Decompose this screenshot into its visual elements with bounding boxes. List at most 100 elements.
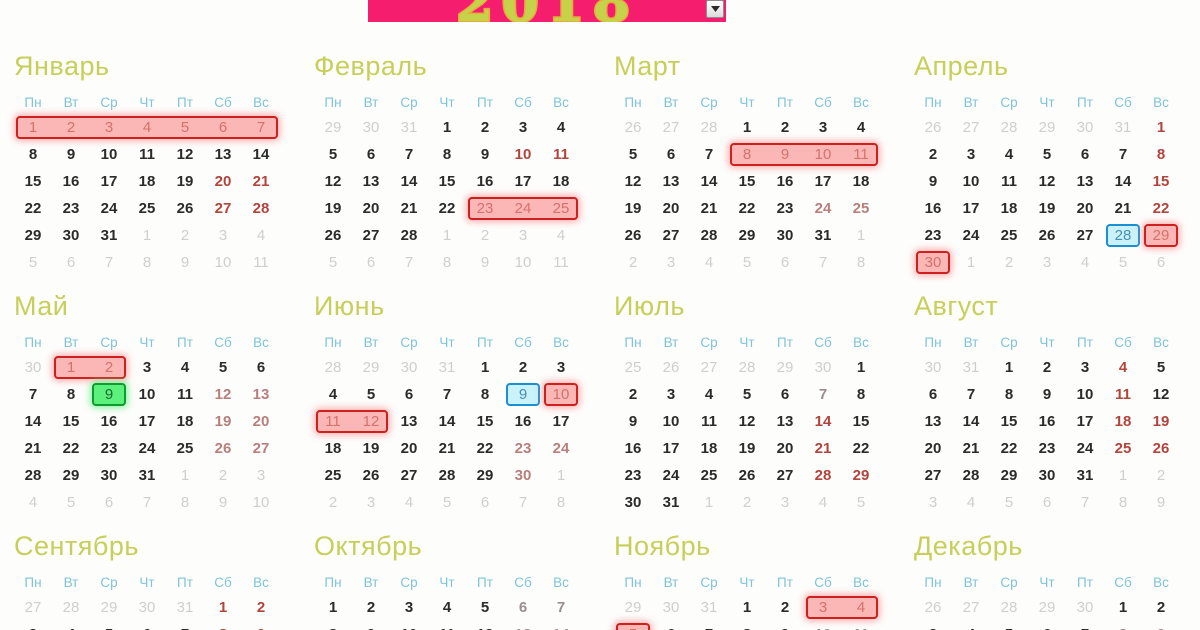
day-cell[interactable]: 1 — [728, 114, 766, 141]
day-cell[interactable]: 6 — [766, 381, 804, 408]
day-cell[interactable]: 7 — [390, 249, 428, 276]
day-cell[interactable]: 18 — [128, 168, 166, 195]
day-cell[interactable]: 2 — [990, 249, 1028, 276]
day-cell[interactable]: 10 — [1066, 381, 1104, 408]
day-cell[interactable]: 7 — [542, 594, 580, 621]
day-cell[interactable]: 5 — [314, 249, 352, 276]
day-cell[interactable]: 20 — [1066, 195, 1104, 222]
day-cell[interactable]: 15 — [466, 408, 504, 435]
day-cell[interactable]: 29 — [766, 354, 804, 381]
day-cell[interactable]: 15 — [990, 408, 1028, 435]
day-cell[interactable]: 30 — [14, 354, 52, 381]
day-cell[interactable]: 10 — [504, 249, 542, 276]
day-cell[interactable]: 2 — [1142, 594, 1180, 621]
day-cell[interactable]: 17 — [952, 195, 990, 222]
day-cell[interactable]: 9 — [166, 249, 204, 276]
day-cell[interactable]: 29 — [52, 462, 90, 489]
day-cell[interactable]: 7 — [952, 381, 990, 408]
day-cell[interactable]: 27 — [390, 462, 428, 489]
day-cell[interactable]: 13 — [1066, 168, 1104, 195]
day-cell[interactable]: 31 — [128, 462, 166, 489]
day-cell[interactable]: 22 — [428, 195, 466, 222]
day-cell[interactable]: 8 — [314, 621, 352, 630]
day-cell[interactable]: 14 — [542, 621, 580, 630]
day-cell[interactable]: 16 — [914, 195, 952, 222]
day-cell[interactable]: 11 — [542, 141, 580, 168]
day-cell[interactable]: 18 — [842, 168, 880, 195]
day-cell[interactable]: 22 — [990, 435, 1028, 462]
day-cell[interactable]: 5 — [90, 621, 128, 630]
day-cell[interactable]: 30 — [766, 222, 804, 249]
day-cell[interactable]: 4 — [52, 621, 90, 630]
day-cell[interactable]: 29 — [990, 462, 1028, 489]
day-cell[interactable]: 5 — [428, 489, 466, 516]
day-cell[interactable]: 7 — [504, 489, 542, 516]
day-cell[interactable]: 28 — [690, 114, 728, 141]
day-cell[interactable]: 10 — [204, 249, 242, 276]
day-cell[interactable]: 9 — [914, 168, 952, 195]
day-cell[interactable]: 13 — [242, 381, 280, 408]
day-cell[interactable]: 13 — [390, 408, 428, 435]
day-cell[interactable]: 28 — [804, 462, 842, 489]
day-cell[interactable]: 29 — [314, 114, 352, 141]
day-cell[interactable]: 29 — [728, 222, 766, 249]
day-cell[interactable]: 3 — [504, 114, 542, 141]
day-cell[interactable]: 20 — [390, 435, 428, 462]
day-cell[interactable]: 11 — [842, 621, 880, 630]
day-cell[interactable]: 6 — [652, 141, 690, 168]
day-cell[interactable]: 23 — [1028, 435, 1066, 462]
day-cell[interactable]: 21 — [242, 168, 280, 195]
day-cell[interactable]: 13 — [652, 168, 690, 195]
day-cell[interactable]: 1 — [842, 222, 880, 249]
day-cell[interactable]: 27 — [1066, 222, 1104, 249]
day-cell[interactable]: 4 — [1104, 354, 1142, 381]
day-cell[interactable]: 1 — [166, 462, 204, 489]
day-cell[interactable]: 7 — [804, 381, 842, 408]
day-cell[interactable]: 14 — [242, 141, 280, 168]
day-cell[interactable]: 6 — [1142, 249, 1180, 276]
day-cell[interactable]: 12 — [204, 381, 242, 408]
day-cell[interactable]: 26 — [314, 222, 352, 249]
day-cell[interactable]: 18 — [690, 435, 728, 462]
day-cell[interactable]: 19 — [1028, 195, 1066, 222]
day-cell[interactable]: 8 — [1142, 141, 1180, 168]
day-cell[interactable]: 26 — [352, 462, 390, 489]
day-cell[interactable]: 11 — [428, 621, 466, 630]
day-cell[interactable]: 13 — [914, 408, 952, 435]
day-cell[interactable]: 3 — [128, 354, 166, 381]
day-cell[interactable]: 25 — [166, 435, 204, 462]
day-cell[interactable]: 8 — [128, 249, 166, 276]
day-cell[interactable]: 1 — [952, 249, 990, 276]
day-cell[interactable]: 6 — [242, 354, 280, 381]
day-cell[interactable]: 20 — [204, 168, 242, 195]
day-cell[interactable]: 4 — [390, 489, 428, 516]
day-cell[interactable]: 24 — [1066, 435, 1104, 462]
day-cell[interactable]: 22 — [842, 435, 880, 462]
day-cell[interactable]: 19 — [614, 195, 652, 222]
day-cell[interactable]: 22 — [14, 195, 52, 222]
day-cell[interactable]: 8 — [14, 141, 52, 168]
day-cell[interactable]: 3 — [504, 222, 542, 249]
day-cell[interactable]: 18 — [314, 435, 352, 462]
day-cell[interactable]: 7 — [690, 621, 728, 630]
day-cell[interactable]: 30 — [614, 489, 652, 516]
day-cell[interactable]: 27 — [914, 462, 952, 489]
day-cell[interactable]: 3 — [652, 381, 690, 408]
day-cell[interactable]: 19 — [1142, 408, 1180, 435]
day-cell[interactable]: 4 — [990, 141, 1028, 168]
day-cell[interactable]: 22 — [728, 195, 766, 222]
day-cell[interactable]: 7 — [90, 249, 128, 276]
day-cell[interactable]: 7 — [428, 381, 466, 408]
day-cell[interactable]: 8 — [990, 381, 1028, 408]
day-cell[interactable]: 7 — [166, 621, 204, 630]
day-cell[interactable]: 2 — [352, 594, 390, 621]
day-cell[interactable]: 17 — [1066, 408, 1104, 435]
day-cell[interactable]: 8 — [52, 381, 90, 408]
day-cell[interactable]: 24 — [90, 195, 128, 222]
day-cell[interactable]: 25 — [128, 195, 166, 222]
day-cell[interactable]: 25 — [990, 222, 1028, 249]
day-cell[interactable]: 5 — [728, 249, 766, 276]
day-cell[interactable]: 17 — [804, 168, 842, 195]
day-cell[interactable]: 7 — [804, 249, 842, 276]
day-cell[interactable]: 14 — [14, 408, 52, 435]
